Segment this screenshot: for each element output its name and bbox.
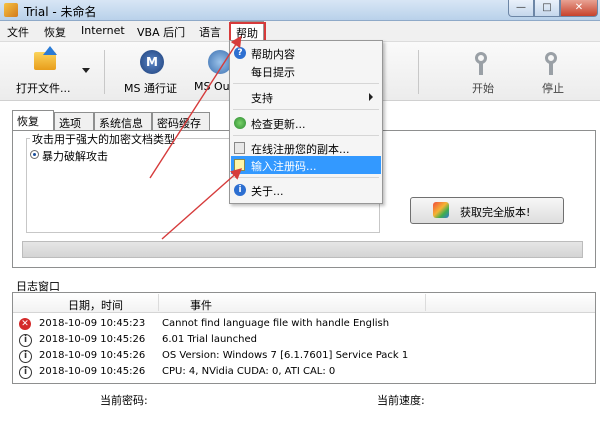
column-separator xyxy=(425,294,426,311)
menu-item-register-online[interactable]: 在线注册您的副本... xyxy=(251,141,350,157)
tab-options[interactable]: 选项 xyxy=(54,112,94,130)
help-icon: ? xyxy=(234,47,246,59)
start-button[interactable]: 开始 xyxy=(472,80,494,96)
log-time: 2018-10-09 10:45:26 xyxy=(39,366,146,377)
full-version-icon xyxy=(433,202,449,218)
about-info-icon: i xyxy=(234,184,246,196)
register-online-icon xyxy=(234,142,245,154)
close-button[interactable]: ✕ xyxy=(560,0,598,17)
log-row: i 2018-10-09 10:45:26 CPU: 4, NVidia CUD… xyxy=(13,365,595,381)
error-icon: ✕ xyxy=(19,318,31,330)
tab-system-info[interactable]: 系统信息 xyxy=(94,112,152,130)
current-password-label: 当前密码: xyxy=(100,394,148,407)
brute-force-radio[interactable] xyxy=(30,150,39,159)
menu-item-check-updates[interactable]: 检查更新... xyxy=(251,116,306,132)
ms-outlook-button[interactable]: MS Out xyxy=(194,80,234,93)
column-event[interactable]: 事件 xyxy=(190,297,212,313)
menu-bar: 文件 恢复 Internet VBA 后门 语言 帮助 xyxy=(0,21,600,42)
menu-separator xyxy=(233,177,379,178)
menu-separator xyxy=(233,83,379,84)
column-separator xyxy=(158,294,159,311)
log-time: 2018-10-09 10:45:26 xyxy=(39,334,146,345)
menu-item-help-contents[interactable]: 帮助内容 xyxy=(251,46,295,62)
menu-separator xyxy=(233,109,379,110)
toolbar-separator xyxy=(104,50,105,94)
globe-update-icon xyxy=(234,117,246,129)
attack-group-label: 攻击用于强大的加密文档类型 xyxy=(30,131,177,147)
menu-language[interactable]: 语言 xyxy=(199,24,221,40)
get-full-version-label: 获取完全版本! xyxy=(460,206,531,219)
log-row: i 2018-10-09 10:45:26 OS Version: Window… xyxy=(13,349,595,365)
column-date-time[interactable]: 日期，时间 xyxy=(68,297,123,313)
open-arrow-icon xyxy=(43,46,57,55)
app-icon xyxy=(4,3,18,17)
log-event: OS Version: Windows 7 [6.1.7601] Service… xyxy=(162,350,409,361)
info-icon: i xyxy=(19,350,32,363)
stop-key-icon[interactable] xyxy=(542,52,564,76)
menu-item-tip-of-day[interactable]: 每日提示 xyxy=(251,64,295,80)
open-file-button[interactable]: 打开文件... xyxy=(16,80,71,96)
menu-separator xyxy=(233,135,379,136)
info-icon: i xyxy=(19,366,32,379)
enter-code-icon xyxy=(234,159,245,171)
info-icon: i xyxy=(19,334,32,347)
tab-password-cache[interactable]: 密码缓存 xyxy=(152,112,210,130)
log-time: 2018-10-09 10:45:26 xyxy=(39,350,146,361)
start-key-icon[interactable] xyxy=(472,52,494,76)
window-title: Trial - 未命名 xyxy=(24,5,97,19)
ms-passport-button[interactable]: MS 通行证 xyxy=(124,80,177,96)
log-time: 2018-10-09 10:45:23 xyxy=(39,318,146,329)
log-event: Cannot find language file with handle En… xyxy=(162,318,390,329)
log-event: CPU: 4, NVidia CUDA: 0, ATI CAL: 0 xyxy=(162,366,336,377)
minimize-button[interactable]: — xyxy=(508,0,534,17)
menu-file[interactable]: 文件 xyxy=(7,24,29,40)
chevron-right-icon xyxy=(369,93,373,101)
menu-recover[interactable]: 恢复 xyxy=(44,24,66,40)
help-menu-highlight-box xyxy=(229,22,266,42)
progress-bar xyxy=(22,241,583,258)
menu-item-about[interactable]: 关于... xyxy=(251,183,284,199)
log-row: ✕ 2018-10-09 10:45:23 Cannot find langua… xyxy=(13,317,595,333)
menu-vba-backdoor[interactable]: VBA 后门 xyxy=(137,24,185,40)
log-event: 6.01 Trial launched xyxy=(162,334,257,345)
menu-internet[interactable]: Internet xyxy=(81,24,125,37)
log-row: i 2018-10-09 10:45:26 6.01 Trial launche… xyxy=(13,333,595,349)
maximize-button[interactable]: □ xyxy=(534,0,560,17)
chevron-down-icon[interactable] xyxy=(82,68,90,73)
current-speed-label: 当前速度: xyxy=(377,394,425,407)
menu-item-support[interactable]: 支持 xyxy=(251,90,273,106)
menu-item-enter-registration-code[interactable]: 输入注册码... xyxy=(251,158,317,174)
tab-recover[interactable]: 恢复 xyxy=(12,110,54,130)
toolbar-separator xyxy=(418,50,419,94)
stop-button[interactable]: 停止 xyxy=(542,80,564,96)
ms-passport-icon[interactable]: M xyxy=(140,50,164,74)
brute-force-label[interactable]: 暴力破解攻击 xyxy=(42,148,108,164)
